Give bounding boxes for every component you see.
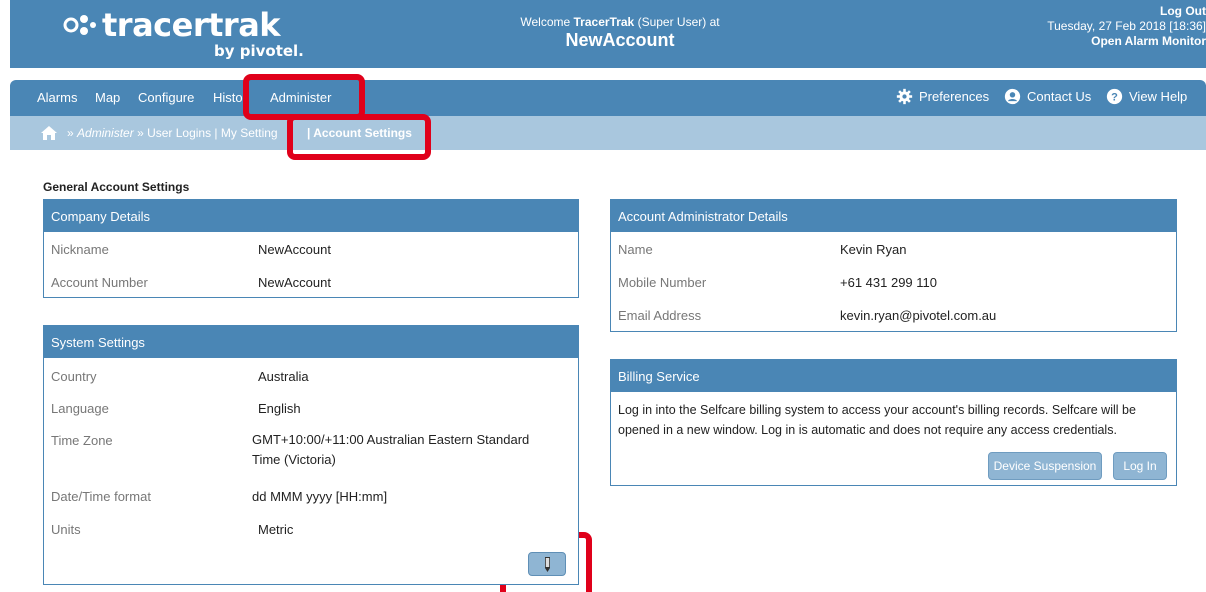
email-address-value: kevin.ryan@pivotel.com.au — [840, 308, 997, 323]
open-alarm-monitor-link[interactable]: Open Alarm Monitor — [1047, 34, 1206, 49]
account-name: NewAccount — [565, 30, 675, 50]
breadcrumb-path[interactable]: » Administer » User Logins | My Setting — [67, 126, 278, 140]
logo-mark-icon — [63, 15, 96, 35]
logo-text: tracertrak — [102, 6, 281, 44]
billing-description: Log in into the Selfcare billing system … — [618, 403, 1136, 437]
mobile-number-value: +61 431 299 110 — [840, 275, 937, 290]
admin-details-panel: Account Administrator Details Name Kevin… — [610, 199, 1177, 332]
admin-name-label: Name — [618, 242, 653, 257]
help-icon: ? — [1106, 88, 1123, 105]
device-suspension-button[interactable]: Device Suspension — [988, 452, 1102, 480]
preferences-link[interactable]: Preferences — [896, 88, 989, 105]
welcome-prefix: Welcome — [520, 15, 571, 29]
nickname-value: NewAccount — [258, 242, 331, 257]
gear-icon — [896, 88, 913, 105]
system-settings-header: System Settings — [44, 326, 578, 358]
admin-name-value: Kevin Ryan — [840, 242, 907, 257]
general-settings-title: General Account Settings — [43, 180, 190, 194]
nav-item-map[interactable]: Map — [95, 90, 120, 105]
edit-settings-button[interactable] — [528, 552, 566, 576]
nav-item-configure[interactable]: Configure — [138, 90, 194, 105]
account-number-value: NewAccount — [258, 275, 331, 290]
preferences-label: Preferences — [919, 89, 990, 104]
system-row-timezone: Time Zone GMT+10:00/+11:00 Australian Ea… — [51, 432, 571, 477]
units-value: Metric — [258, 522, 294, 537]
tracertrak-logo[interactable]: tracertrak by pivotel. — [62, 6, 322, 62]
logo-subtext: by pivotel. — [214, 42, 304, 60]
units-label: Units — [51, 522, 81, 537]
view-help-link[interactable]: ? View Help — [1106, 88, 1187, 105]
datetime-format-label: Date/Time format — [51, 489, 151, 504]
nickname-label: Nickname — [51, 242, 109, 257]
highlight-account-settings — [287, 114, 431, 160]
timezone-label: Time Zone — [51, 433, 113, 448]
country-value: Australia — [258, 369, 309, 384]
header-actions: Log Out Tuesday, 27 Feb 2018 [18:36] Ope… — [1047, 4, 1206, 49]
breadcrumb-prefix: » — [67, 126, 74, 140]
billing-service-panel: Billing Service Log in into the Selfcare… — [610, 359, 1177, 486]
system-settings-panel: System Settings Country Australia Langua… — [43, 325, 579, 585]
nav-item-alarms[interactable]: Alarms — [37, 90, 77, 105]
welcome-user: TracerTrak — [573, 15, 635, 29]
user-circle-icon — [1004, 88, 1021, 105]
language-label: Language — [51, 401, 109, 416]
datetime-format-value: dd MMM yyyy [HH:mm] — [252, 489, 388, 504]
breadcrumb: » Administer » User Logins | My Setting … — [10, 116, 1206, 150]
admin-details-header: Account Administrator Details — [611, 200, 1176, 232]
contact-us-link[interactable]: Contact Us — [1004, 88, 1091, 105]
email-address-label: Email Address — [618, 308, 702, 323]
breadcrumb-rest[interactable]: » User Logins | My Setting — [137, 126, 278, 140]
mobile-number-label: Mobile Number — [618, 275, 707, 290]
svg-text:?: ? — [1111, 91, 1118, 103]
account-number-label: Account Number — [51, 275, 148, 290]
log-in-button[interactable]: Log In — [1113, 452, 1167, 480]
view-help-label: View Help — [1129, 89, 1188, 104]
company-details-header: Company Details — [44, 200, 578, 232]
current-datetime: Tuesday, 27 Feb 2018 [18:36] — [1047, 19, 1206, 33]
home-icon[interactable] — [40, 125, 58, 141]
company-details-panel: Company Details Nickname NewAccount Acco… — [43, 199, 579, 298]
welcome-banner: Welcome TracerTrak (Super User) at NewAc… — [450, 14, 790, 50]
breadcrumb-administer[interactable]: Administer — [77, 126, 134, 140]
logout-link[interactable]: Log Out — [1047, 4, 1206, 19]
billing-service-header: Billing Service — [611, 360, 1176, 392]
pencil-icon — [545, 557, 550, 572]
contact-us-label: Contact Us — [1027, 89, 1092, 104]
timezone-value: GMT+10:00/+11:00 Australian Eastern Stan… — [252, 432, 530, 467]
country-label: Country — [51, 369, 97, 384]
nav-item-history[interactable]: Histo — [213, 90, 243, 105]
app-header: tracertrak by pivotel. Welcome TracerTra… — [10, 0, 1206, 68]
main-nav: Alarms Map Configure Histo Administer Pr… — [10, 80, 1206, 116]
welcome-suffix: (Super User) at — [637, 15, 720, 29]
language-value: English — [258, 401, 301, 416]
